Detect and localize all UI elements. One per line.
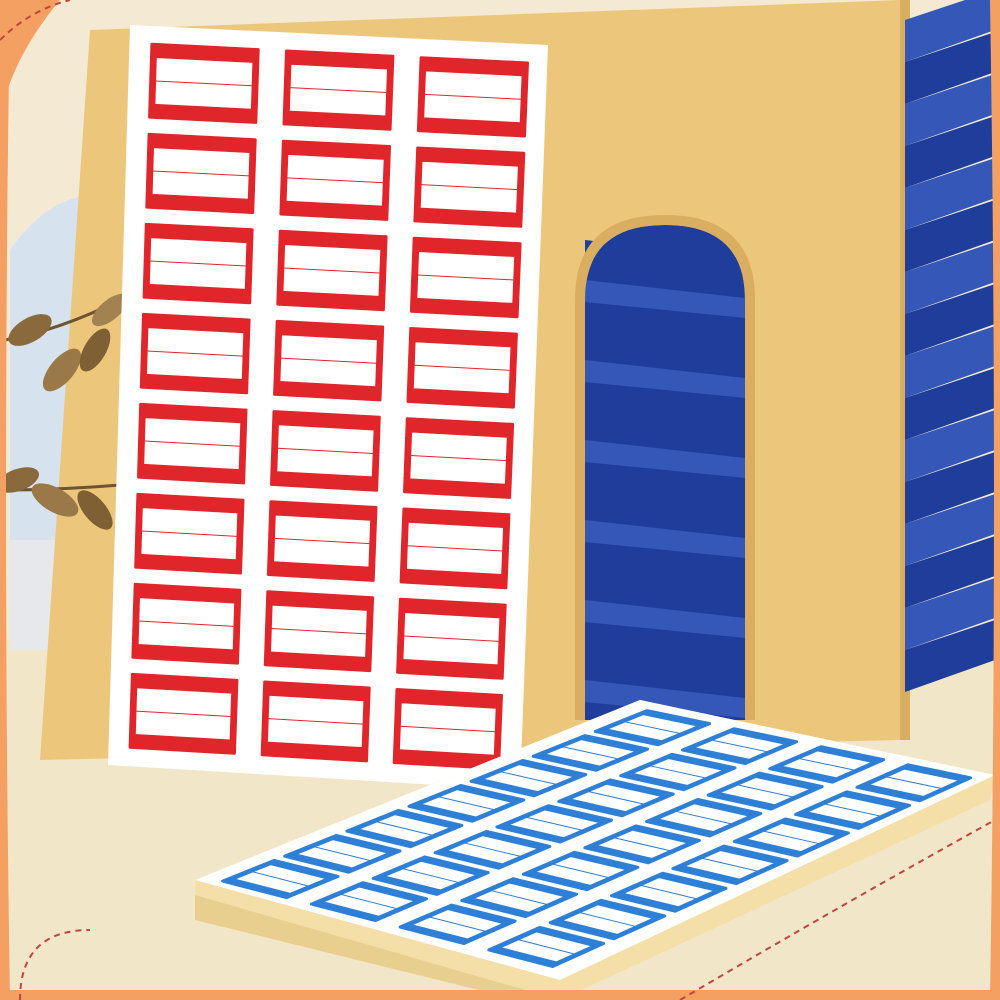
- frame-bottom-edge: [0, 990, 1000, 1000]
- arch-window: [575, 215, 755, 720]
- product-photo: [0, 0, 1000, 1000]
- red-bordered-label-sheet: [108, 25, 548, 790]
- blue-paper-fan: [905, 0, 995, 692]
- photo-canvas: [0, 0, 1000, 1000]
